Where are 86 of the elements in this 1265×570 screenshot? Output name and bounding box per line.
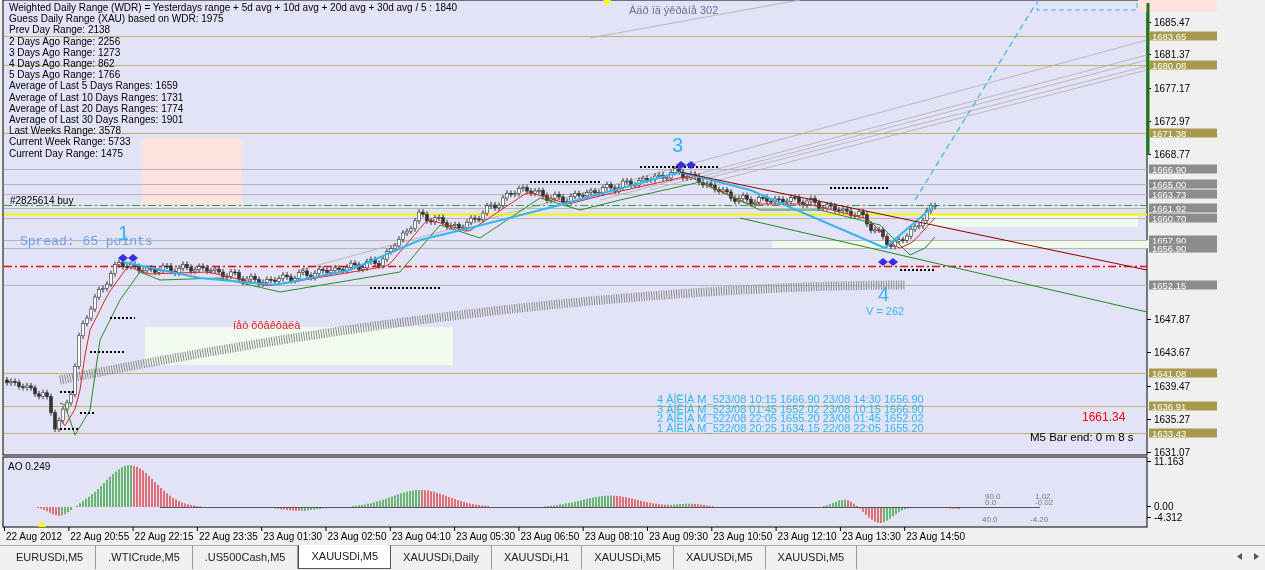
info-text: Current Week Range: 5733: [9, 136, 131, 148]
diamond-marker-icon: [118, 254, 138, 262]
scroll-right-icon[interactable]: [1254, 553, 1259, 560]
swing-level-line: [109, 317, 136, 319]
info-text: Guess Daily Range (XAU) based on WDR: 1975: [9, 13, 224, 25]
info-text: 5 Days Ago Range: 1766: [9, 69, 121, 81]
wave-number: 3: [672, 134, 684, 156]
diamond-marker-icon: [878, 258, 898, 266]
chart-tab[interactable]: XAUUSDi,M5: [298, 545, 392, 569]
info-text: 3 Days Ago Range: 1273: [9, 46, 121, 58]
time-axis-label: 22 Aug 23:35: [198, 531, 258, 542]
price-tag: 1633.43: [1149, 427, 1217, 439]
order-label: #2825614 buy: [10, 195, 74, 206]
price-axis-label: 1643.67: [1154, 347, 1191, 358]
indicator-level-label: -4.20: [1030, 515, 1049, 524]
price-tag: 1671.38: [1149, 127, 1217, 139]
swing-level-line: [59, 428, 81, 430]
swing-level-line: [829, 187, 891, 189]
swing-level-line: [89, 351, 126, 353]
price-axis-label: 1631.07: [1154, 447, 1191, 458]
bar-timer-text: M5 Bar end: 0 m 8 s: [1030, 431, 1134, 443]
time-axis-label: 22 Aug 22:15: [134, 531, 194, 542]
info-text: Average of Last 30 Days Ranges: 1901: [9, 114, 184, 125]
price-tag: 1663.73: [1149, 188, 1217, 200]
info-text: Average of Last 20 Days Ranges: 1774: [9, 102, 184, 114]
info-text: Average of Last 10 Days Ranges: 1731: [9, 91, 184, 103]
price-axis-label: 1639.47: [1154, 381, 1191, 392]
swing-level-line: [529, 181, 601, 183]
indicator-level-label: 40.0: [982, 515, 998, 524]
price-axis-label: 1647.87: [1154, 314, 1191, 325]
triangle-marker-icon: [603, 0, 611, 6]
price-tag: 1656.90: [1149, 242, 1217, 254]
time-axis-label: 23 Aug 12:10: [777, 531, 837, 542]
price-tag: 1665.00: [1149, 178, 1217, 190]
volume-text: V = 262: [866, 305, 905, 317]
triangle-marker-icon: [38, 521, 46, 527]
price-tag: 1657.90: [1149, 234, 1217, 246]
time-axis-label: 23 Aug 05:30: [456, 531, 516, 542]
info-text: Weighted Daily Range (WDR) = Yesterdays range + 5d avg + 10d avg + 20d avg + 30d avg / 5 : 1840: [9, 2, 458, 13]
time-axis-label: 22 Aug 2012: [6, 531, 63, 542]
indicator-level-label: 90.0: [985, 492, 1001, 501]
price-tag: 1636.91: [1149, 400, 1217, 412]
time-axis-label: 23 Aug 08:10: [584, 531, 644, 542]
wave-number: 4: [878, 283, 890, 305]
time-axis-label: 23 Aug 01:30: [263, 531, 323, 542]
price-tag: 1683.65: [1149, 30, 1217, 42]
indicator-axis-label: -4.312: [1154, 512, 1183, 523]
info-text: 2 Days Ago Range: 2256: [9, 35, 121, 47]
note-text: íåò ôôâêôàëà: [233, 319, 301, 331]
swing-level-line: [899, 269, 936, 271]
price-tag: 1660.70: [1149, 212, 1217, 224]
last-price: 1661.34: [1082, 410, 1126, 424]
price-tag: 1641.08: [1149, 367, 1217, 379]
indicator-axis-label: 11.163: [1154, 456, 1184, 467]
price-tag: 1666.90: [1149, 163, 1217, 175]
price-axis-label: 1668.77: [1154, 149, 1191, 160]
price-axis-label: 1685.47: [1154, 17, 1191, 28]
price-tag: 1680.08: [1149, 59, 1217, 71]
time-axis-label: 23 Aug 04:10: [391, 531, 451, 542]
price-tag: 1652.15: [1149, 279, 1217, 291]
price-axis-label: 1672.97: [1154, 116, 1191, 127]
indicator-axis-label: 0.00: [1154, 501, 1174, 512]
indicator-level-label: 0.0: [985, 498, 997, 507]
time-axis-label: 23 Aug 02:50: [327, 531, 387, 542]
price-tag: 1661.92: [1149, 202, 1217, 214]
price-axis-label: 1681.37: [1154, 49, 1191, 60]
scroll-left-icon[interactable]: [1237, 553, 1242, 560]
info-text: Average of Last 5 Days Ranges: 1659: [9, 80, 178, 92]
price-axis-label: 1635.27: [1154, 414, 1191, 425]
time-axis-label: 23 Aug 10:50: [713, 531, 773, 542]
swing-level-line: [79, 412, 96, 414]
time-axis-label: 22 Aug 20:55: [70, 531, 130, 542]
price-axis-label: 1677.17: [1154, 83, 1191, 94]
time-axis-label: 23 Aug 09:30: [649, 531, 708, 542]
time-axis-label: 23 Aug 06:50: [520, 531, 580, 542]
info-text: Prev Day Range: 2138: [9, 24, 111, 36]
time-axis-label: 23 Aug 14:50: [906, 531, 966, 542]
note-text: Àäð ïä ýêðàíå 302: [629, 4, 719, 16]
indicator-level-label: 1.02: [1035, 492, 1051, 501]
swing-level-line: [369, 287, 441, 289]
time-axis-label: 23 Aug 13:30: [841, 531, 901, 542]
info-text: Current Day Range: 1475: [9, 147, 123, 159]
indicator-title: AO 0.249: [8, 461, 51, 472]
swing-level-line: [59, 391, 76, 393]
diamond-marker-icon: [676, 161, 696, 169]
indicator-level-label: -0.02: [1035, 498, 1054, 507]
